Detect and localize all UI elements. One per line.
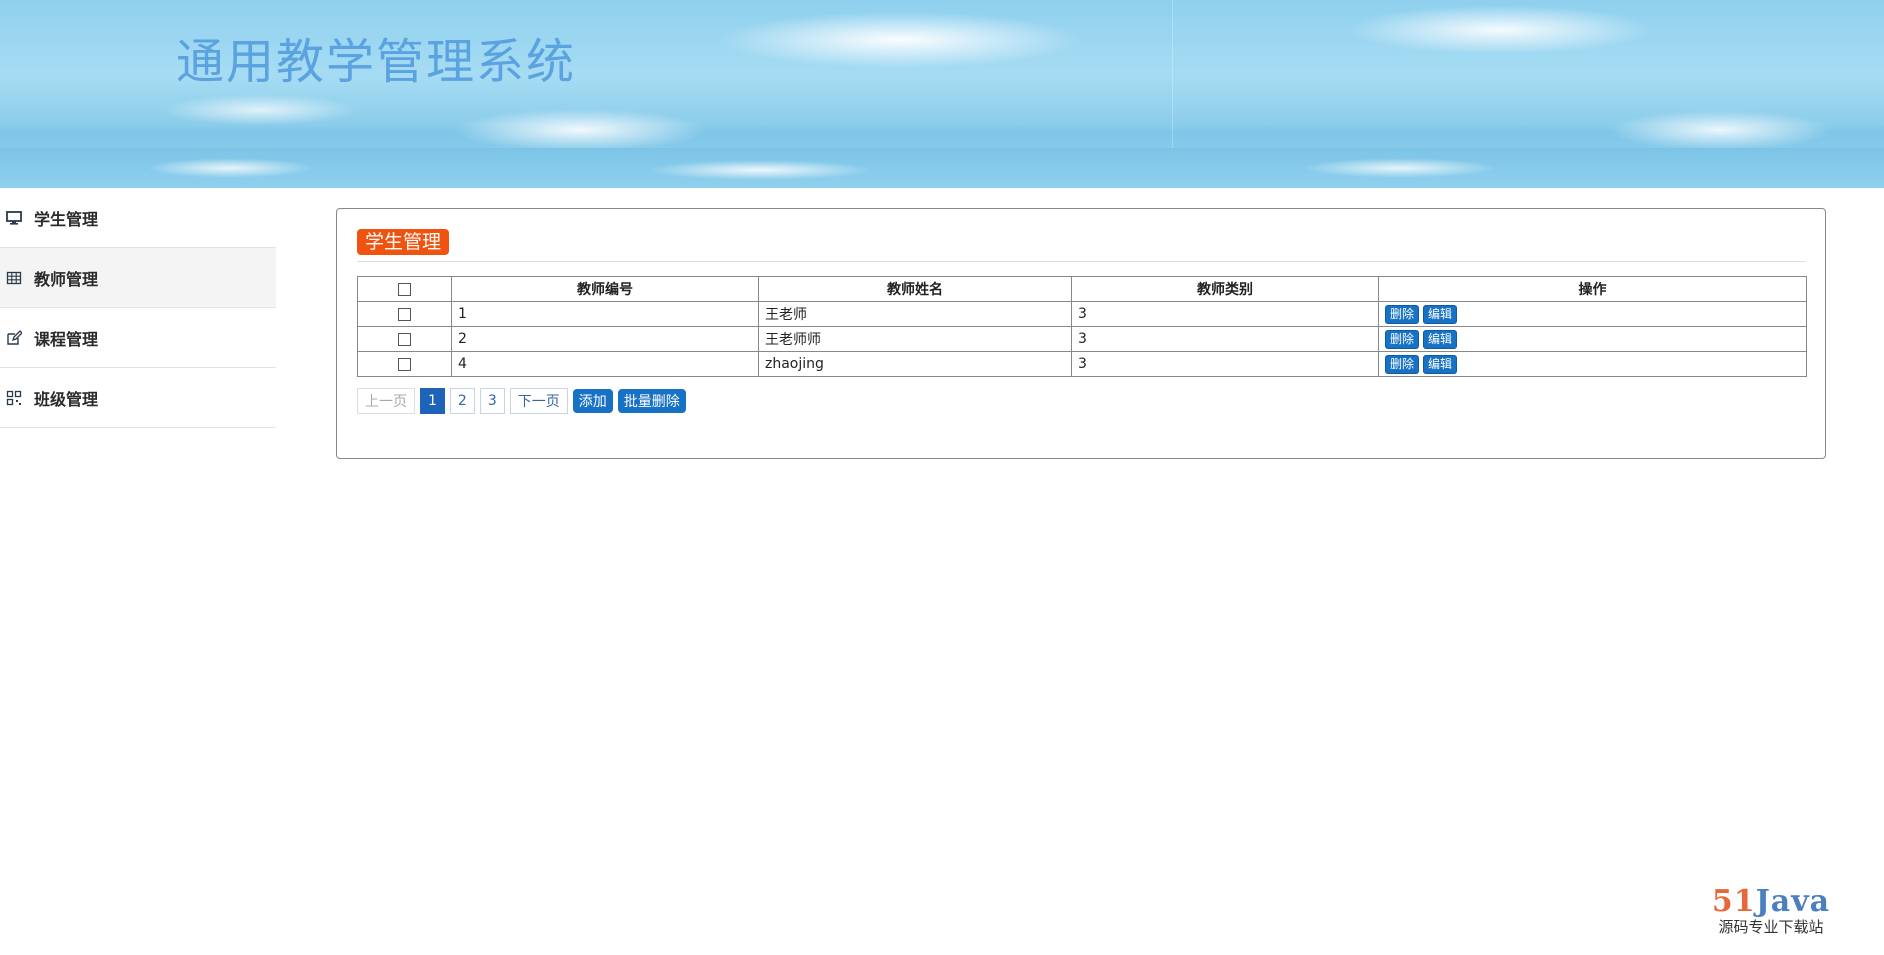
cell-teacher-name: 王老师师 — [758, 326, 1072, 352]
cell-teacher-name: 王老师 — [758, 301, 1072, 327]
page-button-2[interactable]: 2 — [449, 388, 475, 414]
row-checkbox[interactable] — [398, 357, 411, 371]
content-panel: 学生管理 教师编号 教师姓名 教师类别 操作 1 王老师 3 删除 编辑 2 王… — [336, 208, 1826, 459]
delete-button[interactable]: 删除 — [1385, 354, 1420, 374]
cell-teacher-id: 2 — [451, 326, 759, 352]
pagination: 上一页 1 2 3 下一页 添加 批量删除 — [357, 388, 691, 414]
watermark-logo-text: Java — [1755, 884, 1831, 919]
add-button[interactable]: 添加 — [572, 389, 613, 413]
sidebar-item-class[interactable]: 班级管理 — [0, 368, 276, 428]
column-header-type[interactable]: 教师类别 — [1071, 276, 1379, 302]
panel-title: 学生管理 — [357, 229, 450, 255]
cell-teacher-name: zhaojing — [758, 351, 1072, 377]
column-header-name[interactable]: 教师姓名 — [758, 276, 1072, 302]
edit-button[interactable]: 编辑 — [1423, 304, 1458, 324]
cell-actions: 删除 编辑 — [1378, 301, 1807, 327]
cell-teacher-id: 4 — [451, 351, 759, 377]
cell-teacher-type: 3 — [1071, 301, 1379, 327]
table-row: 4 zhaojing 3 删除 编辑 — [357, 351, 1807, 377]
next-page-button[interactable]: 下一页 — [509, 388, 568, 414]
qrcode-icon — [6, 390, 22, 406]
cell-actions: 删除 编辑 — [1378, 351, 1807, 377]
header-banner: 通用教学管理系统 — [0, 0, 1884, 188]
prev-page-button[interactable]: 上一页 — [357, 388, 415, 414]
sidebar-item-label: 班级管理 — [34, 389, 99, 409]
watermark-logo: 51Java — [1706, 886, 1836, 918]
delete-button[interactable]: 删除 — [1385, 329, 1420, 349]
page-button-1[interactable]: 1 — [420, 388, 445, 414]
sidebar: 学生管理 教师管理 课程管理 班级管理 — [0, 188, 276, 428]
select-all-cell — [357, 276, 452, 302]
sidebar-item-student[interactable]: 学生管理 — [0, 188, 276, 248]
watermark-logo-number: 51 — [1711, 884, 1756, 919]
column-header-actions: 操作 — [1378, 276, 1807, 302]
sidebar-item-label: 课程管理 — [34, 329, 99, 349]
banner-stripe — [0, 148, 1884, 188]
monitor-icon — [6, 210, 22, 226]
row-select-cell — [357, 326, 452, 352]
delete-button[interactable]: 删除 — [1385, 304, 1420, 324]
watermark-subtitle: 源码专业下载站 — [1718, 918, 1824, 936]
sidebar-item-label: 学生管理 — [34, 209, 99, 229]
site-watermark: 51Java 源码专业下载站 — [1706, 886, 1836, 937]
edit-icon — [6, 329, 22, 346]
edit-button[interactable]: 编辑 — [1423, 329, 1458, 349]
row-checkbox[interactable] — [398, 332, 411, 346]
batch-delete-button[interactable]: 批量删除 — [617, 389, 686, 413]
column-header-id[interactable]: 教师编号 — [451, 276, 759, 302]
sidebar-item-course[interactable]: 课程管理 — [0, 308, 276, 368]
select-all-checkbox[interactable] — [398, 282, 411, 296]
row-select-cell — [357, 301, 452, 327]
panel-header: 学生管理 — [357, 229, 1805, 262]
table-row: 2 王老师师 3 删除 编辑 — [357, 326, 1807, 352]
sidebar-item-teacher[interactable]: 教师管理 — [0, 248, 276, 308]
row-select-cell — [357, 351, 452, 377]
table-icon — [6, 270, 22, 286]
row-checkbox[interactable] — [398, 307, 411, 321]
app-title: 通用教学管理系统 — [176, 34, 577, 90]
cell-teacher-type: 3 — [1071, 351, 1379, 377]
teacher-table: 教师编号 教师姓名 教师类别 操作 1 王老师 3 删除编辑 2 王老师师 3 — [357, 276, 1807, 377]
cell-actions: 删除 编辑 — [1378, 326, 1807, 352]
page-button-3[interactable]: 3 — [479, 388, 505, 414]
cell-teacher-id: 1 — [451, 301, 759, 327]
table-header-row: 教师编号 教师姓名 教师类别 操作 — [357, 276, 1807, 302]
sidebar-item-label: 教师管理 — [34, 269, 99, 289]
table-row: 1 王老师 3 删除 编辑 — [357, 301, 1807, 327]
cell-teacher-type: 3 — [1071, 326, 1379, 352]
edit-button[interactable]: 编辑 — [1423, 354, 1458, 374]
